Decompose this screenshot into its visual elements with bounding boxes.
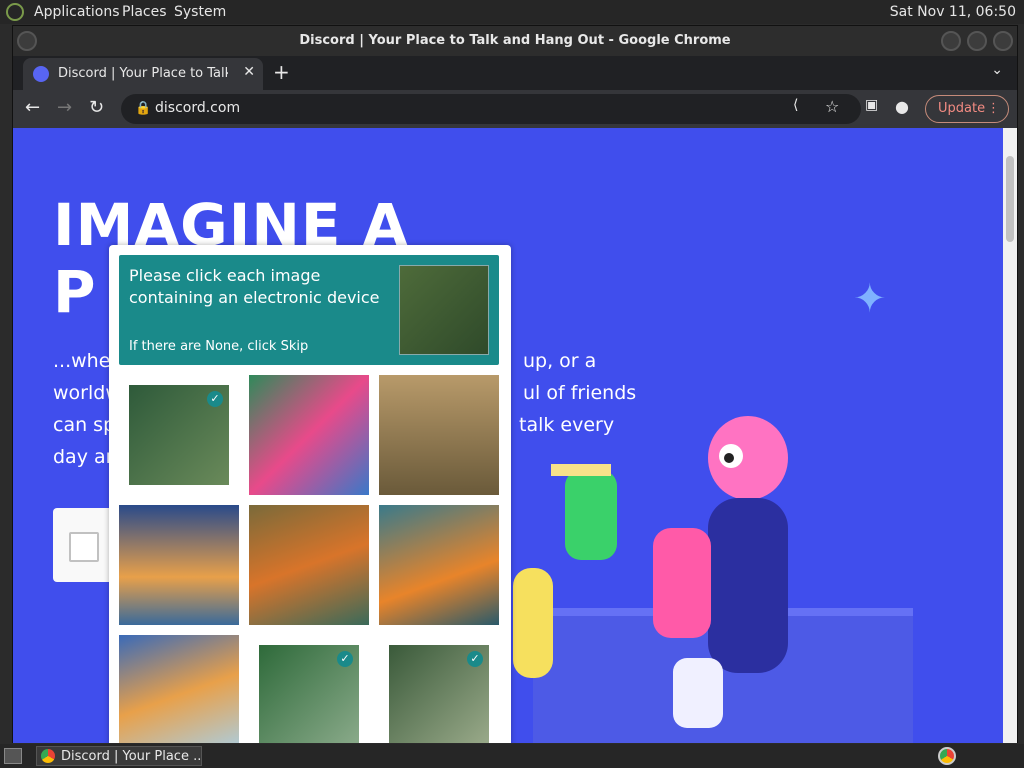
captcha-tile-9[interactable]: ✓ bbox=[389, 645, 489, 743]
hero-heading: IMAGINE A bbox=[53, 191, 409, 259]
os-logo-icon[interactable] bbox=[6, 3, 24, 21]
maximize-icon[interactable] bbox=[967, 31, 987, 51]
captcha-checkbox[interactable] bbox=[69, 532, 99, 562]
check-icon: ✓ bbox=[467, 651, 483, 667]
captcha-prompt-text: Please click each image containing an el… bbox=[129, 266, 380, 307]
new-tab-icon[interactable]: + bbox=[273, 60, 290, 84]
url-text: discord.com bbox=[155, 100, 241, 116]
hero-illustration bbox=[513, 416, 913, 743]
lock-icon[interactable]: 🔒 bbox=[135, 101, 151, 116]
discord-favicon-icon bbox=[33, 66, 49, 82]
captcha-tile-3[interactable] bbox=[379, 375, 499, 495]
captcha-skip-hint: If there are None, click Skip bbox=[129, 339, 309, 354]
menu-places[interactable]: Places bbox=[122, 4, 167, 20]
captcha-tile-1[interactable]: ✓ bbox=[129, 385, 229, 485]
sparkle-icon: ✦ bbox=[853, 276, 887, 322]
clock: Sat Nov 11, 06:50 bbox=[889, 4, 1016, 20]
captcha-tile-2[interactable] bbox=[249, 375, 369, 495]
tab-title: Discord | Your Place to Talk and Hang Ou… bbox=[58, 66, 228, 81]
minimize-icon[interactable] bbox=[941, 31, 961, 51]
back-icon[interactable]: ← bbox=[25, 97, 40, 118]
tray-chrome-icon[interactable] bbox=[938, 747, 956, 765]
check-icon: ✓ bbox=[337, 651, 353, 667]
window-menu-icon[interactable] bbox=[17, 31, 37, 51]
captcha-dialog: Please click each image containing an el… bbox=[109, 245, 511, 743]
share-icon[interactable]: ⟨ bbox=[793, 97, 798, 113]
taskbar-item-label: Discord | Your Place ... bbox=[61, 749, 202, 764]
side-panel-icon[interactable]: ▣ bbox=[865, 97, 878, 113]
captcha-tile-8[interactable]: ✓ bbox=[259, 645, 359, 743]
profile-icon[interactable]: ● bbox=[895, 97, 909, 116]
address-bar[interactable]: 🔒 discord.com bbox=[121, 94, 861, 124]
chrome-icon bbox=[41, 749, 55, 763]
captcha-tile-4[interactable] bbox=[119, 505, 239, 625]
show-desktop-icon[interactable] bbox=[4, 748, 22, 764]
window-title-text: Discord | Your Place to Talk and Hang Ou… bbox=[299, 33, 731, 48]
description-line: up, or a bbox=[523, 350, 597, 372]
description-line: can sp bbox=[53, 414, 116, 436]
description-line: day an bbox=[53, 446, 118, 468]
page-scrollbar[interactable] bbox=[1003, 128, 1017, 743]
tab-strip: Discord | Your Place to Talk and Hang Ou… bbox=[13, 56, 1017, 90]
window-title: Discord | Your Place to Talk and Hang Ou… bbox=[13, 26, 1017, 56]
update-label: Update bbox=[938, 101, 986, 116]
menu-icon[interactable]: ⋮ bbox=[987, 101, 1000, 116]
forward-icon[interactable]: → bbox=[57, 97, 72, 118]
tab-search-icon[interactable]: ⌄ bbox=[991, 62, 1003, 78]
tab-close-icon[interactable]: ✕ bbox=[243, 64, 255, 80]
hero-heading-line2: P bbox=[53, 258, 96, 326]
menu-system[interactable]: System bbox=[174, 4, 226, 20]
close-window-icon[interactable] bbox=[993, 31, 1013, 51]
taskbar: Discord | Your Place ... bbox=[0, 744, 1024, 768]
captcha-prompt: Please click each image containing an el… bbox=[119, 255, 499, 365]
reload-icon[interactable]: ↻ bbox=[89, 97, 104, 118]
captcha-tile-6[interactable] bbox=[379, 505, 499, 625]
discord-page: IMAGINE A P ...wher up, or a worldw ul o… bbox=[13, 128, 1003, 743]
check-icon: ✓ bbox=[207, 391, 223, 407]
tab-discord[interactable]: Discord | Your Place to Talk and Hang Ou… bbox=[23, 58, 263, 90]
browser-window: Discord | Your Place to Talk and Hang Ou… bbox=[12, 25, 1018, 743]
captcha-tile-7[interactable] bbox=[119, 635, 239, 743]
update-button[interactable]: Update ⋮ bbox=[925, 95, 1009, 123]
system-menubar: Applications Places System Sat Nov 11, 0… bbox=[0, 0, 1024, 24]
browser-toolbar: ← → ↻ 🔒 discord.com ⟨ ☆ ▣ ● Update ⋮ bbox=[13, 90, 1017, 128]
star-icon[interactable]: ☆ bbox=[825, 97, 839, 116]
taskbar-item-chrome[interactable]: Discord | Your Place ... bbox=[36, 746, 202, 766]
menu-applications[interactable]: Applications bbox=[34, 4, 120, 20]
example-image bbox=[399, 265, 489, 355]
scroll-thumb[interactable] bbox=[1006, 156, 1014, 242]
captcha-tile-5[interactable] bbox=[249, 505, 369, 625]
